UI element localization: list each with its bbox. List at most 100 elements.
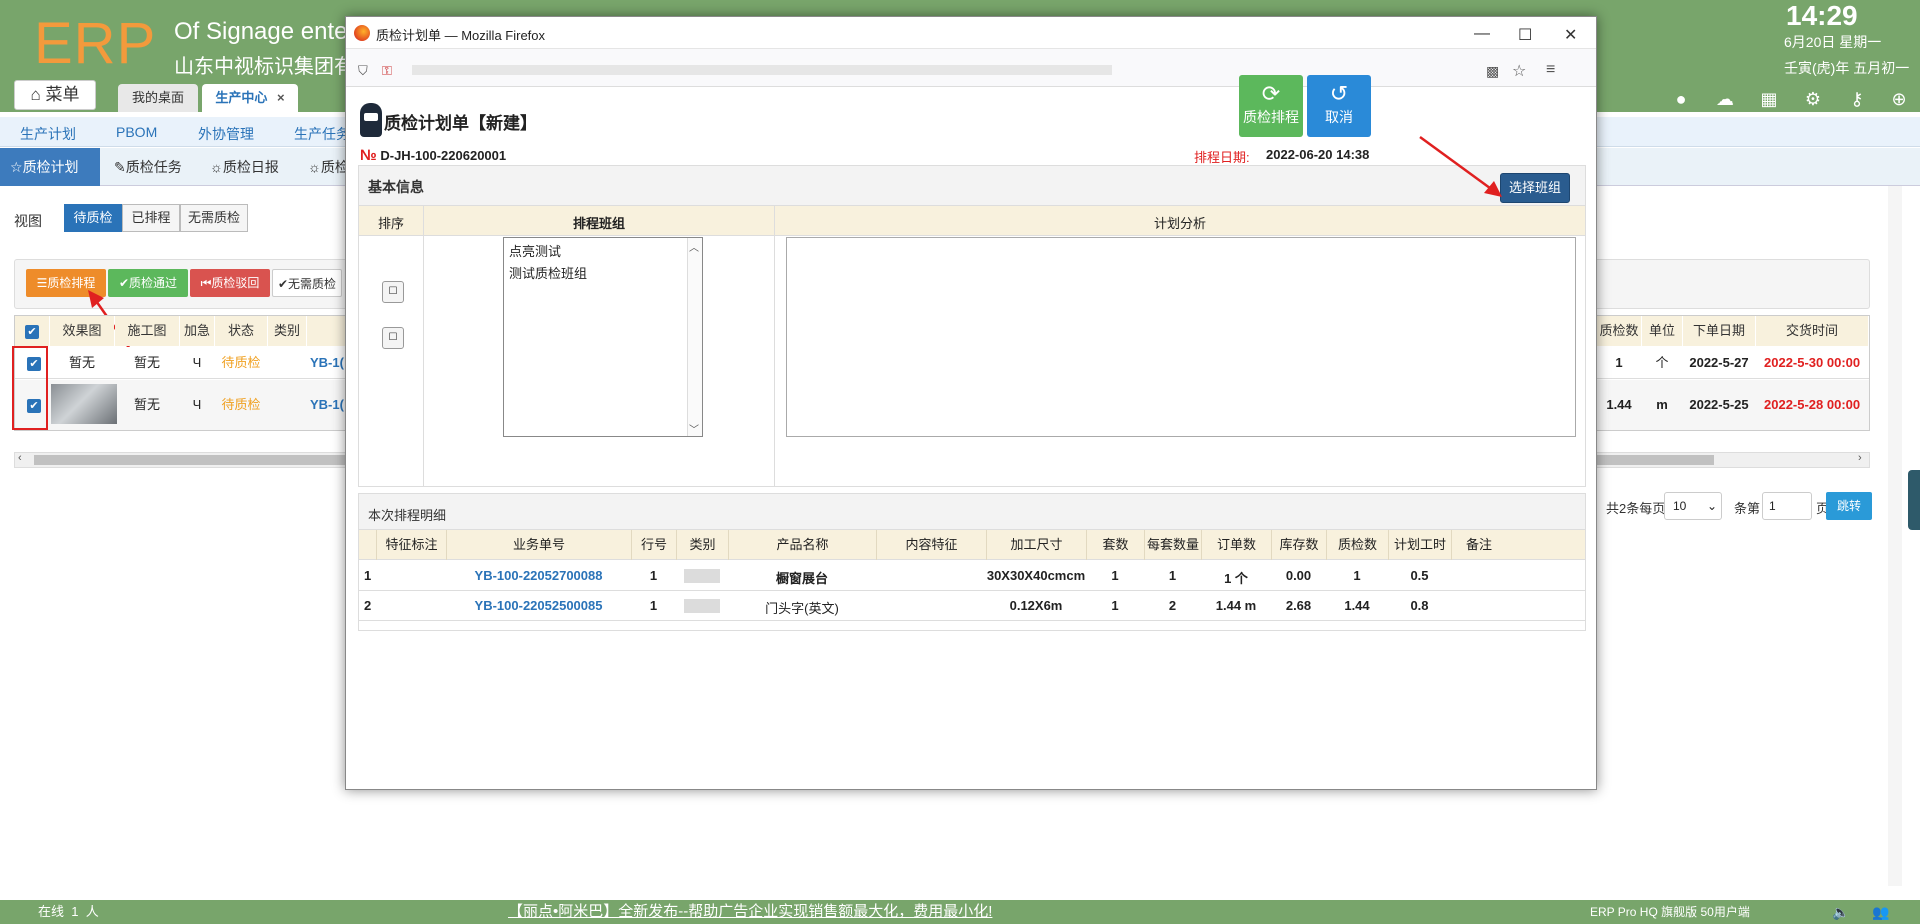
row-number: 1 [364,568,372,583]
url-field[interactable] [412,65,1112,75]
inspector-avatar-icon [360,103,382,137]
detail-col-header: 产品名称 [728,530,876,560]
redacted-category [684,599,720,613]
close-icon[interactable]: ✕ [1564,25,1577,45]
scroll-left-icon[interactable]: ‹ [18,452,22,464]
plan-analysis-textarea[interactable] [786,237,1576,437]
detail-cell-line: 1 [649,568,658,583]
detail-cell-order[interactable]: YB-100-22052500085 [446,598,631,613]
subnav-qc-plan[interactable]: ☆质检计划 [0,148,100,186]
up-circle-icon[interactable]: ⊕ [1888,88,1910,110]
lock-warning-icon[interactable]: ⚿ [382,63,392,79]
urgent-cell: Ч [192,355,202,370]
cloud-upload-icon[interactable]: ☁ [1714,88,1736,110]
refresh-icon: ⟳ [1261,81,1281,106]
list-icon: ☰ [36,276,48,290]
detail-cell-size: 30X30X40cmcm [986,568,1086,583]
construct-cell: 暂无 [133,397,160,412]
construct-cell: 暂无 [133,355,160,370]
order-link[interactable]: YB-1( [310,348,350,378]
erp-logo: ERP [34,11,157,76]
menu-button[interactable]: ⌂ 菜单 [14,80,96,110]
col-effect[interactable]: 效果图 [50,316,114,346]
hamburger-menu-icon[interactable]: ≡ [1546,61,1555,79]
apps-grid-icon[interactable]: ▦ [1758,88,1780,110]
detail-cell-sets: 1 [1111,568,1119,583]
scroll-right-icon[interactable]: › [1858,452,1862,464]
maximize-icon[interactable]: ☐ [1518,25,1532,45]
undo-icon: ↺ [1329,81,1349,106]
col-status[interactable]: 状态 [215,316,267,346]
pencil-icon: ✎ [114,159,126,175]
detail-cell-sets: 1 [1111,598,1119,613]
detail-cell-qc: 1.44 [1344,598,1370,613]
detail-cell-order[interactable]: YB-100-22052700088 [446,568,631,583]
side-panel-handle[interactable] [1908,470,1920,530]
view-no-qc[interactable]: 无需质检 [180,204,248,232]
subnav-qc-daily[interactable]: ☼质检日报 [200,148,289,186]
marquee-link[interactable]: 【丽点•阿米巴】全新发布--帮助广告企业实现销售额最大化，费用最小化! [508,900,992,924]
nav-outsource[interactable]: 外协管理 [198,124,254,144]
view-pending-qc[interactable]: 待质检 [64,204,122,232]
qc-cell: 1.44 [1606,397,1632,412]
nav-pbom[interactable]: PBOM [116,124,157,140]
user-icon[interactable]: ● [1670,88,1692,110]
order-link[interactable]: YB-1( [310,390,350,420]
detail-col-header: 加工尺寸 [986,530,1086,560]
chevron-up-icon[interactable]: ︿ [689,239,699,254]
volume-icon[interactable]: 🔈 [1832,900,1849,924]
qc-reject-button[interactable]: ⏮质检驳回 [190,269,270,297]
cancel-button[interactable]: ↺ 取消 [1307,75,1371,137]
pager-mid: 条第 [1734,501,1761,516]
move-down-button[interactable]: ☐ [382,327,404,349]
subnav-qc-task[interactable]: ✎质检任务 [104,148,192,186]
no-qc-button[interactable]: ✔无需质检 [272,269,342,297]
qr-code-icon[interactable]: ▩ [1486,63,1499,80]
jump-button[interactable]: 跳转 [1826,492,1872,520]
listbox-scrollbar[interactable] [687,238,702,436]
team-option[interactable]: 测试质检班组 [509,263,587,282]
shield-icon[interactable]: ⛉ [358,63,368,79]
page-number-input[interactable]: 1 [1762,492,1812,520]
basic-info-title: 基本信息 [368,179,424,195]
detail-cell-hours: 0.8 [1410,598,1429,613]
qc-plan-dialog-window: 质检计划单 — Mozilla Firefox — ☐ ✕ ⛉ ⚿ ▩ ☆ ≡ … [345,16,1597,790]
chevron-down-icon[interactable]: ﹀ [689,421,699,436]
col-construct[interactable]: 施工图 [115,316,179,346]
bookmark-star-icon[interactable]: ☆ [1512,61,1526,81]
clock: 14:29 [1786,0,1858,31]
col-delivery[interactable]: 交货时间 [1756,316,1868,346]
status-cell: 待质检 [221,397,261,412]
nav-production-plan[interactable]: 生产计划 [20,124,76,144]
vertical-scrollbar[interactable] [1888,186,1902,886]
effect-cell: 暂无 [68,355,95,370]
move-up-button[interactable]: ☐ [382,281,404,303]
view-scheduled[interactable]: 已排程 [122,204,180,232]
tab-my-desktop[interactable]: 我的桌面 [118,84,198,112]
nav-production-task[interactable]: 生产任务 [294,124,350,144]
effect-thumbnail[interactable] [51,384,117,424]
btn-label: 无需质检 [288,277,337,291]
col-qc[interactable]: 质检数 [1597,316,1641,346]
annotation-highlight-box [12,346,48,430]
gear-icon[interactable]: ⚙ [1802,88,1824,110]
key-icon[interactable]: ⚷ [1846,88,1868,110]
detail-col-header: 套数 [1086,530,1144,560]
col-urgent[interactable]: 加急 [180,316,214,346]
order-date-cell: 2022-5-27 [1689,355,1749,370]
detail-cell-per: 1 [1168,568,1177,583]
col-order-date[interactable]: 下单日期 [1683,316,1755,346]
qc-schedule-submit-button[interactable]: ⟳ 质检排程 [1239,75,1303,137]
col-unit[interactable]: 单位 [1642,316,1682,346]
team-option[interactable]: 点亮测试 [509,241,561,260]
page-size-select[interactable]: 10 ⌄ [1664,492,1722,520]
detail-col-header: 备注 [1451,530,1506,560]
users-icon[interactable]: 👥 [1872,900,1889,924]
select-all-checkbox[interactable]: ✔ [15,316,49,346]
minimize-icon[interactable]: — [1474,25,1490,43]
tab-close-icon[interactable]: × [277,90,285,105]
tab-production-center[interactable]: 生产中心 × [202,84,298,112]
col-category[interactable]: 类别 [268,316,306,346]
sun-icon: ☼ [210,159,223,175]
online-status: 在线 1 人 [38,900,99,924]
